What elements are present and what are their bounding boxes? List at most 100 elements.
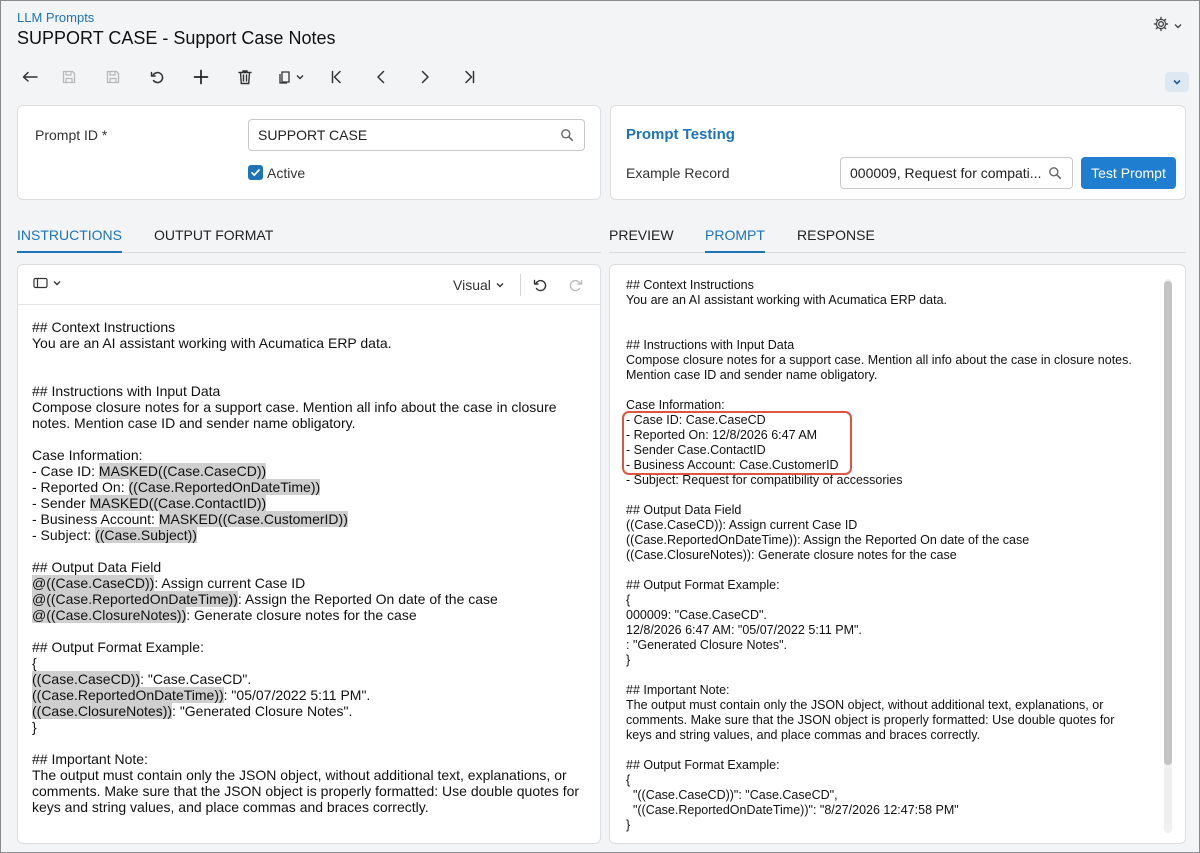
scrollbar-thumb[interactable] [1164,281,1172,765]
instruction-line: ## Context Instructions [32,319,579,335]
window: LLM Prompts SUPPORT CASE - Support Case … [0,0,1200,853]
prompt-line: Mention case ID and sender name obligato… [626,368,878,382]
instruction-line: - Subject: ((Case.Subject)) [32,527,579,543]
prompt-line: ((Case.ReportedOnDateTime)): Assign the … [626,533,1030,547]
instruction-line: @((Case.CaseCD)): Assign current Case ID [32,575,579,591]
save-close-button[interactable] [47,63,91,91]
tab-prompt[interactable]: PROMPT [705,227,765,253]
page-title: SUPPORT CASE - Support Case Notes [17,28,336,48]
line-text: - Business Account: [32,511,159,527]
instructions-text[interactable]: ## Context Instructions You are an AI ass… [32,319,579,815]
prompt-line [626,563,1132,578]
save-button[interactable] [91,63,135,91]
prompt-line: } [626,818,631,832]
line-text: - Case ID: [32,463,99,479]
tab-instructions[interactable]: INSTRUCTIONS [17,227,122,253]
instruction-line: ((Case.CaseCD)): "Case.CaseCD". [32,671,579,687]
line-text: notes. Mention case ID and sender name o… [32,415,356,431]
active-label: Active [267,165,306,181]
prompt-line: ## Output Format Example: [626,578,780,592]
line-text: - Sender [32,495,90,511]
mode-dropdown[interactable]: Visual [453,277,505,293]
prompt-line: The output must contain only the JSON ob… [626,698,1104,712]
search-icon[interactable] [560,128,574,145]
example-record-value: 000009, Request for compati... [850,165,1042,181]
sidebar-panel-icon [33,277,48,289]
collapse-header-button[interactable] [1165,72,1189,92]
line-text: } [32,719,37,735]
field-token: ((Case.CaseCD)) [32,671,141,687]
add-button[interactable] [179,63,223,91]
instruction-line: Compose closure notes for a support case… [32,399,579,415]
prompt-id-label: Prompt ID * [35,127,108,143]
instruction-line: - Sender MASKED((Case.ContactID)) [32,495,579,511]
last-record-button[interactable] [447,63,491,91]
first-icon [331,70,341,84]
line-text: The output must contain only the JSON ob… [32,767,567,783]
prompt-preview-panel: ## Context Instructions You are an AI ass… [609,264,1186,844]
instruction-line: ((Case.ClosureNotes)): "Generated Closur… [32,703,579,719]
search-icon[interactable] [1048,166,1062,183]
prompt-line: ((Case.ClosureNotes)): Generate closure … [626,548,957,562]
back-button[interactable] [21,63,47,91]
prompt-testing-title: Prompt Testing [626,126,735,143]
editor-redo-button[interactable] [568,277,584,293]
tab-output-format[interactable]: OUTPUT FORMAT [154,227,273,253]
prompt-line: - Subject: Request for compatibility of … [626,473,903,487]
instruction-line: The output must contain only the JSON ob… [32,767,579,783]
line-text: - Reported On: [32,479,129,495]
copy-paste-button[interactable] [267,63,315,91]
instruction-line: ## Important Note: [32,751,579,767]
panel-toggle-button[interactable] [33,277,62,289]
prompt-id-value: SUPPORT CASE [258,127,368,143]
chevron-down-icon [1173,79,1181,85]
instruction-line [32,543,579,559]
first-record-button[interactable] [315,63,359,91]
line-text: : "Generated Closure Notes". [172,703,353,719]
instructions-editor: Visual ## Context Instructions You are an… [17,264,601,844]
line-text: - Subject: [32,527,96,543]
prompt-line [626,488,1132,503]
line-text: : "Case.CaseCD". [140,671,252,687]
tab-response[interactable]: RESPONSE [797,227,875,253]
instruction-line: - Case ID: MASKED((Case.CaseCD)) [32,463,579,479]
field-token: ((Case.Subject)) [95,527,197,543]
editor-undo-button[interactable] [532,277,548,293]
scrollbar[interactable] [1164,279,1172,833]
chevron-down-icon [53,281,61,286]
instruction-line: - Business Account: MASKED((Case.Custome… [32,511,579,527]
line-text: ## Context Instructions [32,319,176,335]
instruction-line: Case Information: [32,447,579,463]
previous-record-button[interactable] [359,63,403,91]
delete-button[interactable] [223,63,267,91]
line-text: : "05/07/2022 5:11 PM". [223,687,371,703]
instruction-line: ((Case.ReportedOnDateTime)): "05/07/2022… [32,687,579,703]
toolbar [21,63,491,91]
instruction-line: ## Instructions with Input Data [32,383,579,399]
prompt-line: { [626,593,631,607]
instruction-line [32,735,579,751]
instruction-line [32,431,579,447]
prompt-id-input[interactable]: SUPPORT CASE [248,119,585,151]
next-record-button[interactable] [403,63,447,91]
active-checkbox[interactable] [248,165,263,180]
prompt-line: "((Case.CaseCD))": "Case.CaseCD", [626,788,838,802]
tab-preview[interactable]: PREVIEW [609,227,674,253]
instruction-line: comments. Make sure that the JSON object… [32,783,579,799]
redo-icon [569,279,583,292]
field-token: MASKED((Case.CaseCD)) [98,463,267,479]
field-token: ((Case.ReportedOnDateTime)) [32,687,224,703]
settings-button[interactable] [1153,16,1183,37]
prompt-line: ## Output Format Example: [626,758,780,772]
line-text: : Assign the Reported On date of the cas… [237,591,498,607]
prompt-line: You are an AI assistant working with Acu… [626,293,948,307]
test-prompt-button[interactable]: Test Prompt [1081,157,1176,189]
undo-button[interactable] [135,63,179,91]
prompt-line: ## Output Data Field [626,503,742,517]
prompt-line: Compose closure notes for a support case… [626,353,1132,367]
example-record-input[interactable]: 000009, Request for compati... [840,157,1073,189]
breadcrumb[interactable]: LLM Prompts [17,10,94,25]
clipboard-icon [279,71,290,84]
line-text: Compose closure notes for a support case… [32,399,557,415]
line-text: ## Instructions with Input Data [32,383,221,399]
